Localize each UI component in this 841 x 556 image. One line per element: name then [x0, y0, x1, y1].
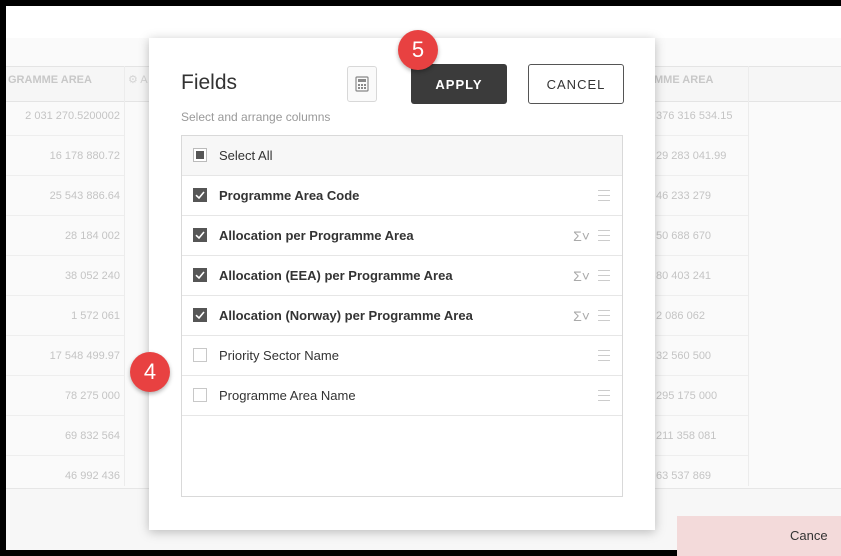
- grid-cell: 2 086 062: [652, 296, 748, 336]
- field-row[interactable]: Priority Sector Name: [182, 336, 622, 376]
- grid-cell: 46 233 279: [652, 176, 748, 216]
- grid-cell: 1 572 061: [6, 296, 124, 336]
- checkmark-icon: [195, 271, 205, 280]
- grid-cell: 38 052 240: [6, 256, 124, 296]
- drag-handle-icon[interactable]: [598, 390, 610, 401]
- dialog-subtitle: Select and arrange columns: [181, 110, 331, 124]
- checkmark-icon: [195, 311, 205, 320]
- sum-aggregate-icon[interactable]: Σ˅: [573, 296, 590, 336]
- drag-handle-icon[interactable]: [598, 270, 610, 281]
- select-all-label: Select All: [219, 148, 273, 163]
- gear-icon[interactable]: ⚙ A: [128, 73, 148, 86]
- step-badge-4: 4: [130, 352, 170, 392]
- column-header-right[interactable]: MME AREA: [654, 74, 713, 86]
- field-label: Programme Area Code: [219, 188, 360, 203]
- grid-cell: 50 688 670: [652, 216, 748, 256]
- field-label: Allocation (Norway) per Programme Area: [219, 308, 473, 323]
- drag-handle-icon[interactable]: [598, 310, 610, 321]
- field-checkbox[interactable]: [193, 348, 207, 362]
- step-badge-5: 5: [398, 30, 438, 70]
- field-row[interactable]: Programme Area Code: [182, 176, 622, 216]
- apply-button[interactable]: APPLY: [411, 64, 507, 104]
- field-checkbox[interactable]: [193, 268, 207, 282]
- field-row[interactable]: Allocation (EEA) per Programme Area Σ˅: [182, 256, 622, 296]
- field-checkbox[interactable]: [193, 308, 207, 322]
- grid-cell: 69 832 564: [6, 416, 124, 456]
- drag-handle-icon[interactable]: [598, 190, 610, 201]
- sum-aggregate-icon[interactable]: Σ˅: [573, 256, 590, 296]
- grid-cell: 32 560 500: [652, 336, 748, 376]
- fields-list: Select All Programme Area Code Allocation…: [181, 135, 623, 497]
- footer-cancel-button[interactable]: Cance: [677, 516, 841, 556]
- grid-cell: 211 358 081: [652, 416, 748, 456]
- field-checkbox[interactable]: [193, 228, 207, 242]
- calculator-button[interactable]: [347, 66, 377, 102]
- field-row[interactable]: Allocation per Programme Area Σ˅: [182, 216, 622, 256]
- sum-aggregate-icon[interactable]: Σ˅: [573, 216, 590, 256]
- checkmark-icon: [195, 231, 205, 240]
- grid-cell: 295 175 000: [652, 376, 748, 416]
- fields-dialog: Fields Select and arrange columns APPLY …: [149, 38, 655, 530]
- field-checkbox[interactable]: [193, 188, 207, 202]
- grid-cell: 16 178 880.72: [6, 136, 124, 176]
- grid-cell: 25 543 886.64: [6, 176, 124, 216]
- field-label: Priority Sector Name: [219, 348, 339, 363]
- checkmark-icon: [195, 191, 205, 200]
- column-header-left[interactable]: GRAMME AREA: [8, 74, 92, 86]
- field-label: Allocation per Programme Area: [219, 228, 414, 243]
- calculator-icon: [355, 76, 369, 92]
- grid-cell: 17 548 499.97: [6, 336, 124, 376]
- column-divider: [748, 66, 749, 486]
- select-all-checkbox[interactable]: [193, 148, 207, 162]
- grid-cell: 29 283 041.99: [652, 136, 748, 176]
- grid-cell: 28 184 002: [6, 216, 124, 256]
- drag-handle-icon[interactable]: [598, 230, 610, 241]
- grid-cell: 80 403 241: [652, 256, 748, 296]
- field-row[interactable]: Allocation (Norway) per Programme Area Σ˅: [182, 296, 622, 336]
- field-label: Allocation (EEA) per Programme Area: [219, 268, 453, 283]
- field-label: Programme Area Name: [219, 388, 356, 403]
- grid-cell: 376 316 534.15: [652, 96, 748, 136]
- dialog-title: Fields: [181, 71, 238, 94]
- column-divider: [124, 66, 125, 486]
- select-all-row[interactable]: Select All: [182, 136, 622, 176]
- drag-handle-icon[interactable]: [598, 350, 610, 361]
- field-row[interactable]: Programme Area Name: [182, 376, 622, 416]
- field-checkbox[interactable]: [193, 388, 207, 402]
- grid-cell: 78 275 000: [6, 376, 124, 416]
- grid-cell: 2 031 270.5200002: [6, 96, 124, 136]
- cancel-button[interactable]: CANCEL: [528, 64, 624, 104]
